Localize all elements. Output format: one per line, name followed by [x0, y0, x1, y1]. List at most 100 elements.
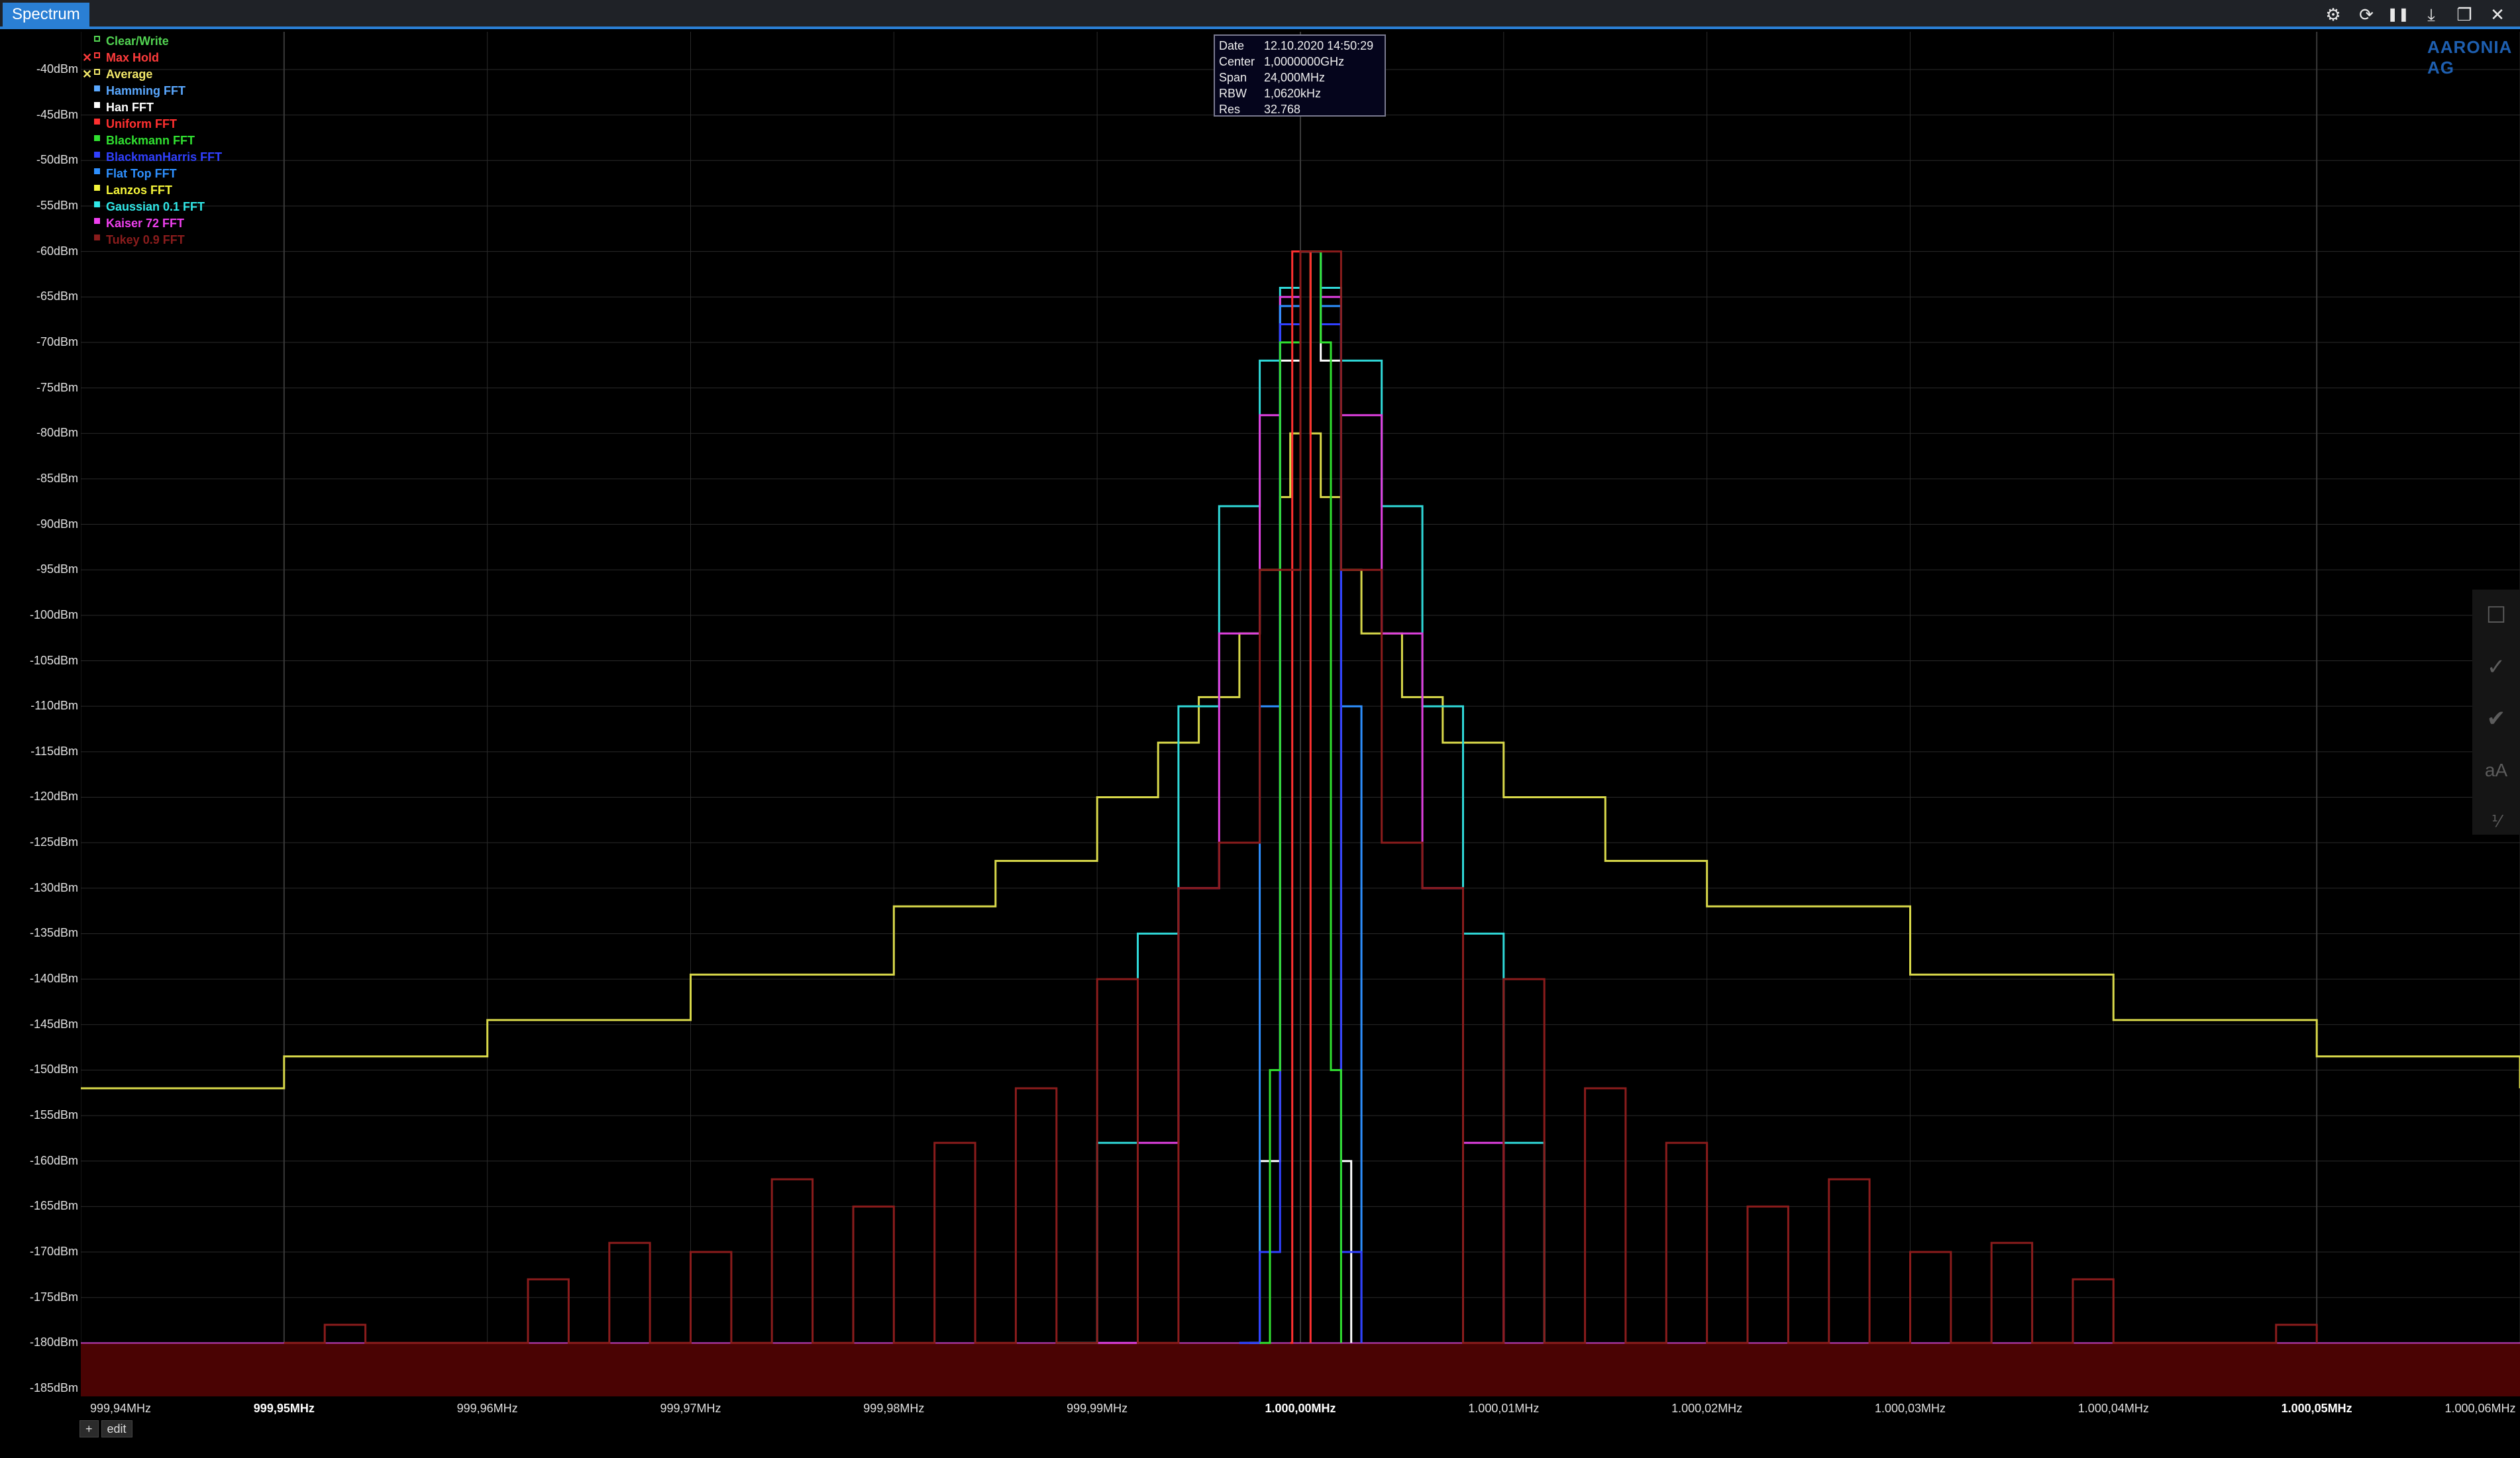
legend-item[interactable]: Tukey 0.9 FFT: [91, 232, 222, 248]
y-tick-label: -75dBm: [36, 380, 78, 394]
legend-swatch: [94, 168, 100, 174]
x-tick-label: 999,99MHz: [1067, 1402, 1128, 1415]
x-tick-label: 999,94MHz: [89, 1402, 152, 1415]
legend-label: Max Hold: [106, 51, 160, 64]
legend-label: Clear/Write: [106, 34, 169, 48]
y-tick-label: -145dBm: [29, 1017, 78, 1031]
y-tick-label: -100dBm: [29, 607, 78, 621]
trace-legend: Clear/Write ✕ Max Hold ✕ Average Hamming FFT H…: [82, 33, 222, 248]
x-tick-label: 1.000,02MHz: [1671, 1402, 1743, 1415]
legend-item[interactable]: Kaiser 72 FFT: [91, 215, 222, 232]
legend-swatch: [94, 152, 100, 158]
fraction-icon[interactable]: ⅟: [2472, 796, 2520, 848]
legend-label: Tukey 0.9 FFT: [106, 233, 185, 246]
side-toolbar: ☐ ✓ ✔ aA ⅟: [2472, 590, 2520, 835]
legend-swatch: [94, 119, 100, 125]
y-tick-label: -170dBm: [29, 1245, 78, 1259]
measurement-info-box: Date 12.10.2020 14:50:29 Center 1,0000000G…: [1214, 34, 1386, 117]
x-tick-label: 1.000,03MHz: [1874, 1402, 1946, 1415]
legend-item[interactable]: Hamming FFT: [91, 83, 222, 99]
y-tick-label: -180dBm: [29, 1335, 78, 1349]
legend-swatch: [94, 52, 100, 58]
legend-swatch: [94, 201, 100, 207]
y-tick-label: -130dBm: [29, 880, 78, 894]
tab-spectrum[interactable]: Spectrum: [3, 3, 89, 26]
noise-floor-band: [81, 1343, 2520, 1396]
y-tick-label: -80dBm: [36, 426, 78, 440]
legend-item[interactable]: Uniform FFT: [91, 116, 222, 132]
info-row-date: Date 12.10.2020 14:50:29: [1219, 39, 1374, 52]
aaronia-logo: AARONIA AG: [2427, 37, 2512, 78]
legend-label: Flat Top FFT: [106, 167, 177, 180]
y-tick-label: -155dBm: [29, 1108, 78, 1122]
edit-button[interactable]: edit: [101, 1420, 132, 1437]
legend-item[interactable]: Lanzos FFT: [91, 182, 222, 199]
marker-box-icon[interactable]: ☐: [2472, 590, 2520, 641]
legend-active-icon: ✕: [82, 51, 93, 64]
x-tick-label: 999,96MHz: [456, 1402, 518, 1415]
info-row-rbw: RBW 1,0620kHz: [1219, 87, 1322, 100]
y-tick-label: -160dBm: [29, 1153, 78, 1167]
y-tick-label: -135dBm: [29, 926, 78, 940]
trace-check-icon[interactable]: ✓: [2472, 641, 2520, 693]
x-tick-label: 999,97MHz: [660, 1402, 721, 1415]
legend-swatch: [94, 36, 100, 42]
y-tick-label: -110dBm: [30, 699, 78, 713]
y-tick-label: -95dBm: [36, 562, 78, 576]
legend-label: Uniform FFT: [106, 117, 177, 130]
legend-item[interactable]: Clear/Write: [91, 33, 222, 50]
legend-swatch: [94, 185, 100, 191]
legend-swatch: [94, 85, 100, 91]
y-tick-label: -175dBm: [29, 1290, 78, 1304]
legend-item[interactable]: Flat Top FFT: [91, 166, 222, 182]
info-row-center: Center 1,0000000GHz: [1219, 55, 1345, 68]
x-tick-label: 1.000,05MHz: [2281, 1402, 2352, 1415]
settings-icon[interactable]: ⚙: [2321, 4, 2345, 25]
y-tick-label: -55dBm: [36, 198, 78, 212]
y-tick-label: -120dBm: [29, 790, 78, 804]
y-tick-label: -65dBm: [36, 289, 78, 303]
legend-item[interactable]: Han FFT: [91, 99, 222, 116]
legend-label: Gaussian 0.1 FFT: [106, 200, 205, 213]
download-icon[interactable]: ⤓: [2419, 4, 2443, 25]
legend-swatch: [94, 135, 100, 141]
y-tick-label: -60dBm: [36, 244, 78, 258]
y-tick-label: -150dBm: [29, 1063, 78, 1076]
legend-item[interactable]: BlackmanHarris FFT: [91, 149, 222, 166]
legend-label: Blackmann FFT: [106, 134, 195, 147]
y-tick-label: -45dBm: [36, 107, 78, 121]
pause-icon[interactable]: ❚❚: [2386, 4, 2410, 25]
y-tick-label: -165dBm: [29, 1199, 78, 1213]
x-tick-label: 1.000,01MHz: [1468, 1402, 1540, 1415]
x-tick-label: 1.000,04MHz: [2077, 1402, 2149, 1415]
legend-label: Lanzos FFT: [106, 183, 172, 197]
legend-item[interactable]: ✕ Max Hold: [82, 50, 222, 66]
legend-label: Han FFT: [106, 101, 154, 114]
x-tick-label: 999,98MHz: [863, 1402, 925, 1415]
info-row-res: Res 32.768: [1219, 103, 1301, 116]
y-tick-label: -85dBm: [36, 471, 78, 485]
legend-active-icon: ✕: [82, 68, 93, 81]
x-tick-label: 1.000,00MHz: [1265, 1402, 1336, 1415]
y-tick-label: -40dBm: [36, 62, 78, 76]
window-icon[interactable]: ❐: [2452, 4, 2476, 25]
legend-item[interactable]: Blackmann FFT: [91, 132, 222, 149]
legend-label: Hamming FFT: [106, 84, 185, 97]
y-tick-label: -90dBm: [36, 517, 78, 531]
bottom-bar: + edit: [79, 1420, 135, 1437]
font-size-icon[interactable]: aA: [2472, 745, 2520, 796]
spectrum-plot[interactable]: [81, 32, 2520, 1396]
legend-item[interactable]: ✕ Average: [82, 66, 222, 83]
y-tick-label: -185dBm: [29, 1381, 78, 1394]
y-tick-label: -140dBm: [29, 972, 78, 986]
add-button[interactable]: +: [79, 1420, 99, 1437]
title-bar: Spectrum ⚙ ⟳ ❚❚ ⤓ ❐ ✕: [0, 0, 2520, 29]
legend-label: Kaiser 72 FFT: [106, 217, 185, 230]
legend-item[interactable]: Gaussian 0.1 FFT: [91, 199, 222, 215]
y-tick-label: -125dBm: [29, 835, 78, 849]
legend-swatch: [94, 234, 100, 240]
fill-check-icon[interactable]: ✔: [2472, 693, 2520, 745]
refresh-icon[interactable]: ⟳: [2354, 4, 2378, 25]
y-tick-label: -50dBm: [36, 153, 78, 167]
close-icon[interactable]: ✕: [2486, 4, 2509, 25]
